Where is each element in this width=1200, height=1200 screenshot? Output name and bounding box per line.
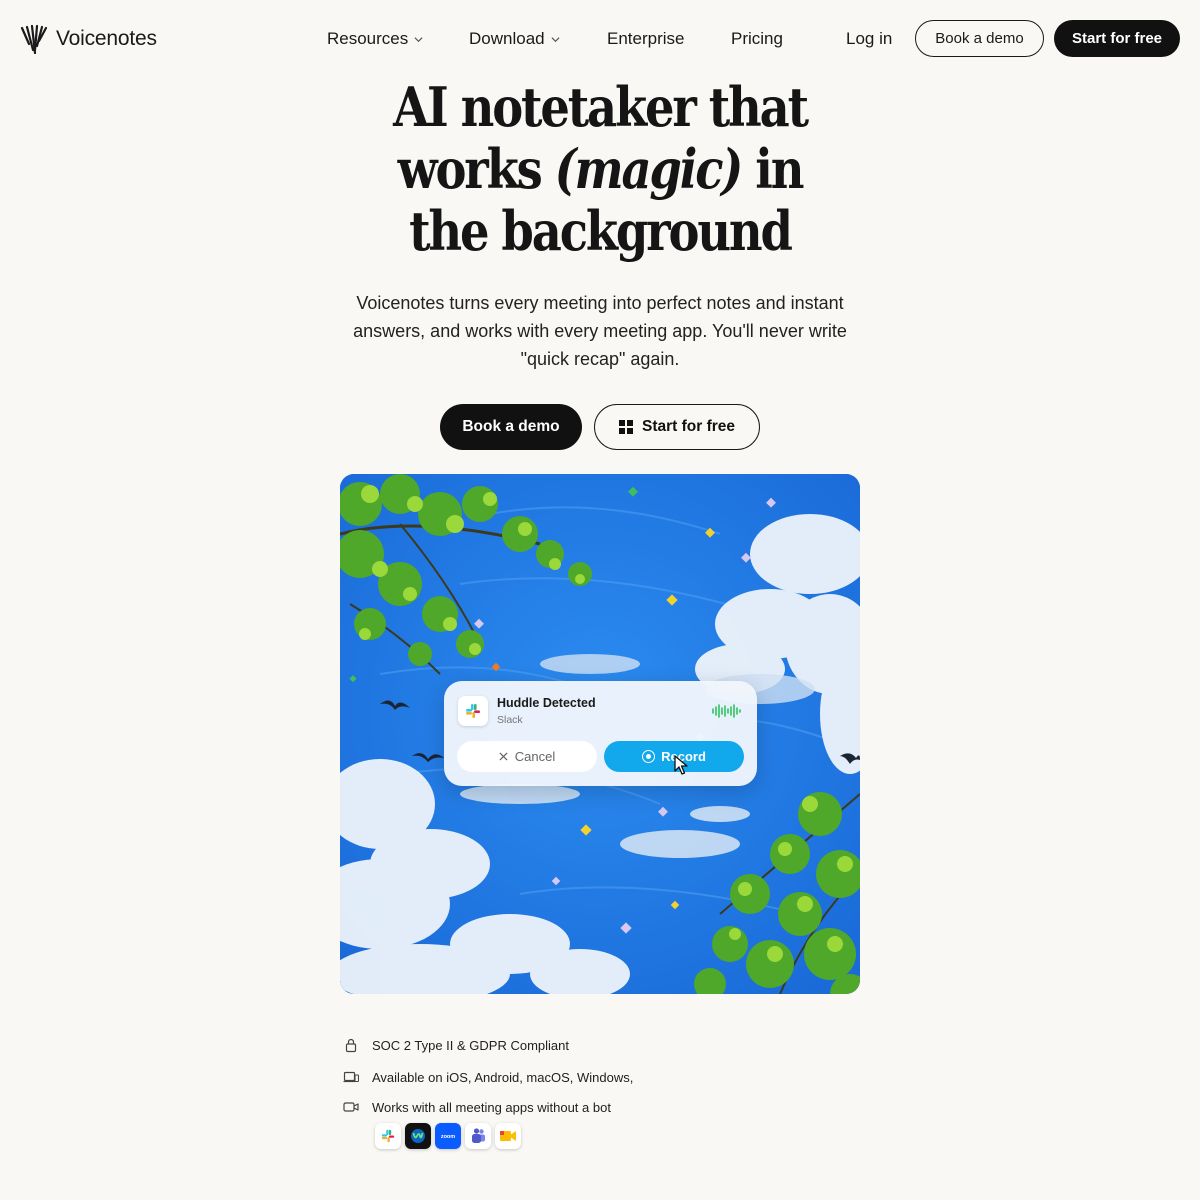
brand-logo[interactable]: Voicenotes [20,24,157,54]
hero-title-line-2: works (magic) in [342,138,858,200]
chevron-down-icon [414,36,423,42]
book-demo-nav-button[interactable]: Book a demo [915,20,1044,57]
record-icon [642,750,656,763]
start-free-nav-button[interactable]: Start for free [1054,20,1180,57]
hero-title-line-2-start: works [397,137,555,201]
start-free-label: Start for free [641,418,736,435]
windows-icon [618,420,633,434]
lock-icon [345,1038,357,1053]
login-link[interactable]: Log in [846,29,892,49]
start-free-button[interactable]: Start for free [594,404,760,450]
audio-waveform-icon [712,704,741,718]
feature-platforms-text: Available on iOS, Android, macOS, Window… [372,1069,634,1085]
close-icon [499,752,508,761]
hero-title-line-1: AI notetaker that [393,75,809,139]
zoom-icon: zoom [435,1123,461,1149]
hero-title: AI notetaker that works (magic) in the b… [342,76,858,262]
cancel-button[interactable]: Cancel [457,741,597,772]
cancel-label: Cancel [514,749,556,764]
feature-compliance: SOC 2 Type II & GDPR Compliant [343,1037,569,1053]
teams-icon [465,1123,491,1149]
page: Voicenotes Resources Download Enterprise… [0,0,1200,1200]
hero-title-line-3: the background [409,199,793,263]
top-nav: Voicenotes Resources Download Enterprise… [0,0,1200,78]
huddle-detected-popup: Huddle Detected Slack Cancel Record [444,681,757,786]
webex-icon [405,1123,431,1149]
voicenotes-logo-icon [20,24,48,54]
hero-title-emphasis: (magic) [554,137,744,201]
hero-title-line-2-end: in [741,137,804,201]
nav-download[interactable]: Download [469,29,560,49]
slack-icon [458,696,488,726]
nav-resources-label: Resources [327,29,409,48]
feature-meeting-apps: Works with all meeting apps without a bo… [343,1099,611,1115]
nav-enterprise-label: Enterprise [607,29,685,48]
nav-pricing-label: Pricing [731,29,783,48]
feature-platforms: Available on iOS, Android, macOS, Window… [343,1069,633,1085]
slack-icon [375,1123,401,1149]
feature-compliance-text: SOC 2 Type II & GDPR Compliant [372,1037,569,1053]
nav-resources[interactable]: Resources [327,29,423,49]
chevron-down-icon [551,36,560,42]
book-demo-button[interactable]: Book a demo [440,404,582,450]
brand-name: Voicenotes [56,27,157,50]
nav-enterprise[interactable]: Enterprise [607,29,684,49]
feature-meeting-apps-text: Works with all meeting apps without a bo… [372,1099,611,1115]
devices-icon [343,1071,359,1083]
mouse-pointer-icon [674,755,688,775]
popup-source: Slack [497,714,523,726]
video-camera-icon [343,1102,359,1112]
login-label: Log in [846,29,893,48]
meeting-app-icons: zoom [375,1123,521,1149]
nav-pricing[interactable]: Pricing [731,29,783,49]
hero-illustration: Huddle Detected Slack Cancel Record [340,474,860,994]
popup-title: Huddle Detected [497,696,596,710]
google-meet-icon [495,1123,521,1149]
hero-subtitle: Voicenotes turns every meeting into perf… [353,293,847,369]
svg-text:zoom: zoom [441,1134,455,1140]
nav-download-label: Download [469,29,545,48]
